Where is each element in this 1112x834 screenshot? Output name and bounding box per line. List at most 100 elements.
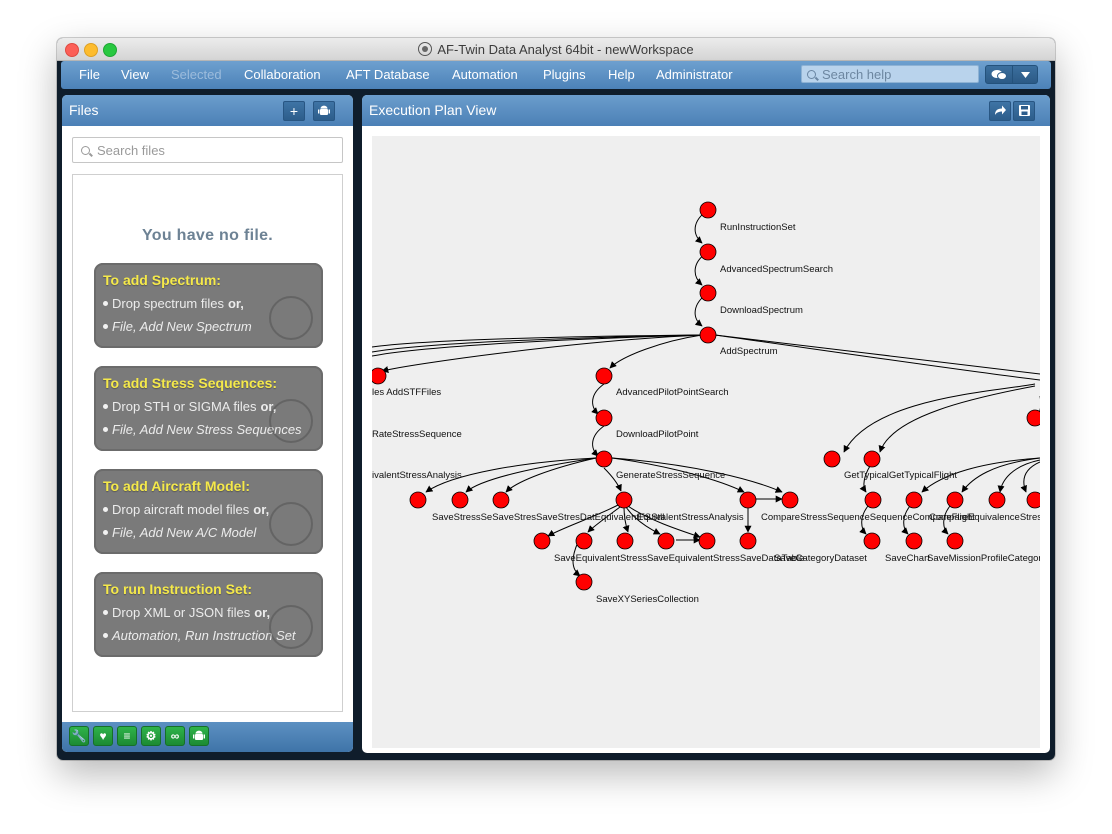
node-add-spectrum[interactable] [699,326,717,344]
execution-plan-header: Execution Plan View [362,95,1050,126]
node-save-equivalent-3[interactable] [616,532,634,550]
wrench-button[interactable]: 🔧 [69,726,89,746]
label-add-stf-files: les AddSTFFiles [372,387,441,398]
card-title: To run Instruction Set: [103,581,253,597]
chevron-down-icon [1020,71,1030,78]
menu-plugins[interactable]: Plugins [543,61,586,89]
bullet-icon [103,404,108,409]
label-rate-stress-sequence: RateStressSequence [372,429,462,440]
card-run-instruction-set: To run Instruction Set: Drop XML or JSON… [94,572,323,657]
node-right-branch[interactable] [1026,409,1040,427]
node-compare-equivalence-3[interactable] [1026,491,1040,509]
files-panel-header: Files + [62,95,353,126]
menu-selected[interactable]: Selected [171,61,222,89]
card-text: Drop STH or SIGMA files [112,399,257,414]
database-icon: ≡ [123,729,131,743]
node-compare-flight-2[interactable] [905,491,923,509]
execution-plan-canvas[interactable]: RunInstructionSet AdvancedSpectrumSearch… [372,136,1040,748]
menu-view[interactable]: View [121,61,149,89]
label-save-stress-group: SaveStressSeSaveStresSaveStresDatEquival… [432,512,664,523]
android-tool-button[interactable] [189,726,209,746]
node-advanced-pilot-point-search[interactable] [595,367,613,385]
node-save-stress-1[interactable] [409,491,427,509]
plus-icon: + [289,103,299,119]
node-add-stf-files[interactable] [372,367,387,385]
bullet-icon [103,610,108,615]
node-save-mission-profile[interactable] [905,532,923,550]
node-save-category-dataset[interactable] [739,532,757,550]
chat-dropdown-button[interactable] [1012,65,1038,84]
card-add-stress-sequences: To add Stress Sequences: Drop STH or SIG… [94,366,323,451]
heartbeat-button[interactable]: ♥ [93,726,113,746]
empty-message: You have no file. [141,227,274,244]
menu-automation[interactable]: Automation [452,61,518,89]
menu-file[interactable]: File [79,61,100,89]
menu-help[interactable]: Help [608,61,635,89]
label-compare-equivalence: CompareEquivalenceStress [929,512,1040,523]
node-save-xy-series-collection[interactable] [575,573,593,591]
bullet-icon [103,507,108,512]
label-save-mission: SaveMissionProfileCategoryDataset [927,553,1040,564]
chat-bubbles-icon [991,69,1007,80]
card-add-aircraft-model: To add Aircraft Model: Drop aircraft mod… [94,469,323,554]
bullet-icon [103,633,108,638]
node-save-stress-2[interactable] [451,491,469,509]
node-compare-equivalence-1[interactable] [946,491,964,509]
node-save-stress-3[interactable] [492,491,510,509]
stress-watermark-icon [269,399,313,443]
label-download-pilot-point: DownloadPilotPoint [616,429,699,440]
node-save-equivalent-2[interactable] [575,532,593,550]
search-files-placeholder: Search files [97,142,165,158]
node-generate-stress-sequence[interactable] [595,450,613,468]
label-run-instruction-set: RunInstructionSet [720,222,796,233]
file-list[interactable]: You have no file. To add Spectrum: Drop … [72,174,343,712]
menu-aft-database[interactable]: AFT Database [346,61,430,89]
label-save-xy-series-collection: SaveXYSeriesCollection [596,594,699,605]
link-icon: ∞ [170,729,180,743]
bullet-icon [103,324,108,329]
search-icon [807,69,816,79]
node-compare-stress-2[interactable] [781,491,799,509]
node-advanced-spectrum-search[interactable] [699,243,717,261]
card-text: Drop XML or JSON files [112,605,251,620]
node-download-spectrum[interactable] [699,284,717,302]
database-button[interactable]: ≡ [117,726,137,746]
spectrum-watermark-icon [269,296,313,340]
files-panel-title: Files [69,102,99,118]
files-toolbar: 🔧 ♥ ≡ ⚙ ∞ [62,722,353,752]
android-icon [318,105,330,115]
card-add-spectrum: To add Spectrum: Drop spectrum files or,… [94,263,323,348]
add-file-button[interactable]: + [283,101,305,121]
node-compare-stress-1[interactable] [739,491,757,509]
node-get-typical-flight[interactable] [863,450,881,468]
android-button[interactable] [313,101,335,121]
menu-administrator[interactable]: Administrator [656,61,733,89]
search-files-input[interactable]: Search files [72,137,343,163]
node-equivalent-stress-analysis[interactable] [615,491,633,509]
save-button[interactable] [1013,101,1035,121]
search-icon [81,145,90,155]
node-compare-equivalence-2[interactable] [988,491,1006,509]
share-icon [995,105,1006,115]
search-help-input[interactable]: Search help [801,65,979,83]
label-equivalent-stress-analysis: EquivalentStressAnalysis [637,512,744,523]
menu-collaboration[interactable]: Collaboration [244,61,321,89]
label-equivalent-stress-analysis-left: ivalentStressAnalysis [372,470,462,481]
node-get-typical-a[interactable] [823,450,841,468]
node-compare-flight-1[interactable] [864,491,882,509]
node-save-category-2[interactable] [946,532,964,550]
node-run-instruction-set[interactable] [699,201,717,219]
label-advanced-spectrum-search: AdvancedSpectrumSearch [720,264,833,275]
share-button[interactable] [989,101,1011,121]
node-save-data-table[interactable] [657,532,675,550]
node-download-pilot-point[interactable] [595,409,613,427]
node-save-equivalent-1[interactable] [533,532,551,550]
settings-button[interactable]: ⚙ [141,726,161,746]
node-save-xy-1[interactable] [698,532,716,550]
node-save-chart[interactable] [863,532,881,550]
title-bar: AF-Twin Data Analyst 64bit - newWorkspac… [57,38,1055,61]
link-button[interactable]: ∞ [165,726,185,746]
execution-plan-panel: Execution Plan View RunInstructionSet Ad… [362,95,1050,753]
bullet-icon [103,427,108,432]
chat-button[interactable] [985,65,1013,84]
